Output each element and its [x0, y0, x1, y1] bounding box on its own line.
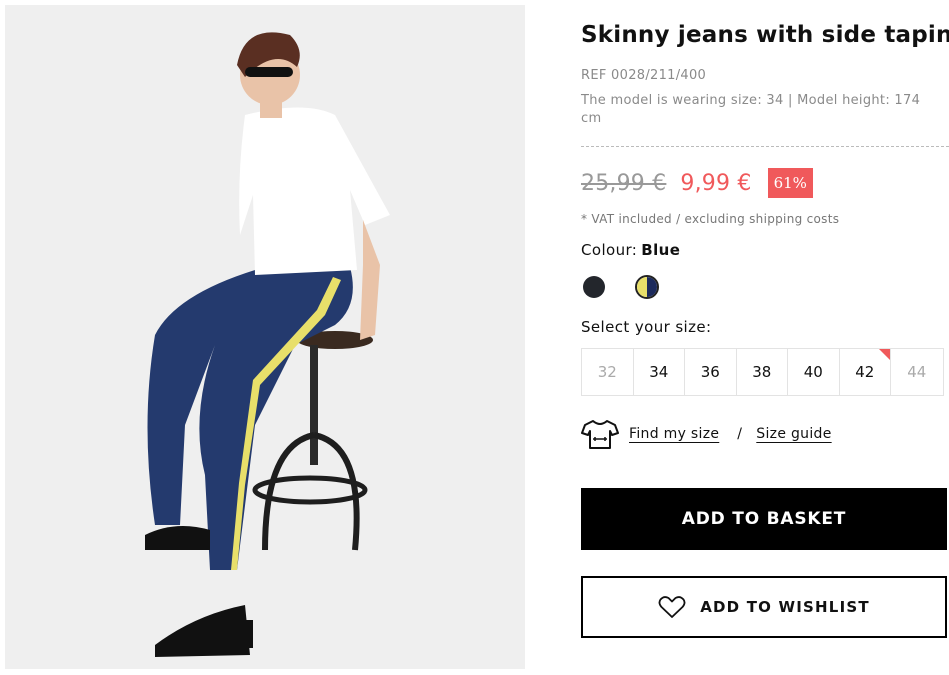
product-title: Skinny jeans with side taping — [581, 22, 949, 48]
size-option-42[interactable]: 42 — [840, 349, 891, 395]
size-option-32[interactable]: 32 — [582, 349, 634, 395]
price-row: 25,99 € 9,99 € 61% — [581, 168, 813, 198]
tshirt-icon — [581, 420, 619, 449]
product-photo-illustration — [5, 5, 525, 669]
low-stock-indicator — [879, 349, 890, 360]
product-info-panel: Skinny jeans with side taping REF 0028/2… — [581, 0, 949, 675]
swatch-blue-fill — [647, 277, 657, 297]
vat-note: * VAT included / excluding shipping cost… — [581, 212, 840, 226]
link-separator: / — [737, 426, 743, 442]
discount-badge: 61% — [767, 168, 813, 198]
heart-icon — [658, 596, 686, 618]
find-my-size-link[interactable]: Find my size — [629, 426, 719, 442]
colour-value: Blue — [641, 241, 681, 259]
colour-label: Colour: — [581, 241, 638, 259]
colour-swatches — [583, 275, 659, 299]
add-to-wishlist-button[interactable]: ADD TO WISHLIST — [581, 576, 947, 638]
size-option-38[interactable]: 38 — [737, 349, 788, 395]
sale-price: 9,99 € — [680, 170, 752, 196]
product-image[interactable] — [5, 5, 525, 669]
divider — [581, 146, 949, 147]
size-option-34[interactable]: 34 — [634, 349, 685, 395]
add-to-wishlist-label: ADD TO WISHLIST — [700, 598, 870, 616]
swatch-blue[interactable] — [635, 275, 659, 299]
old-price: 25,99 € — [581, 170, 667, 196]
swatch-blue-accent — [637, 277, 647, 297]
size-option-44[interactable]: 44 — [891, 349, 943, 395]
size-help-row: Find my size / Size guide — [581, 418, 832, 450]
swatch-black[interactable] — [583, 276, 605, 298]
size-option-36[interactable]: 36 — [685, 349, 737, 395]
colour-row: Colour: Blue — [581, 241, 680, 259]
model-info: The model is wearing size: 34 | Model he… — [581, 93, 921, 126]
product-ref: REF 0028/211/400 — [581, 68, 707, 83]
size-option-40[interactable]: 40 — [788, 349, 840, 395]
add-to-basket-button[interactable]: ADD TO BASKET — [581, 488, 947, 550]
size-option-42-label: 42 — [855, 363, 875, 381]
size-guide-link[interactable]: Size guide — [756, 426, 831, 442]
size-label: Select your size: — [581, 318, 712, 336]
size-selector: 32 34 36 38 40 42 44 — [581, 348, 944, 396]
